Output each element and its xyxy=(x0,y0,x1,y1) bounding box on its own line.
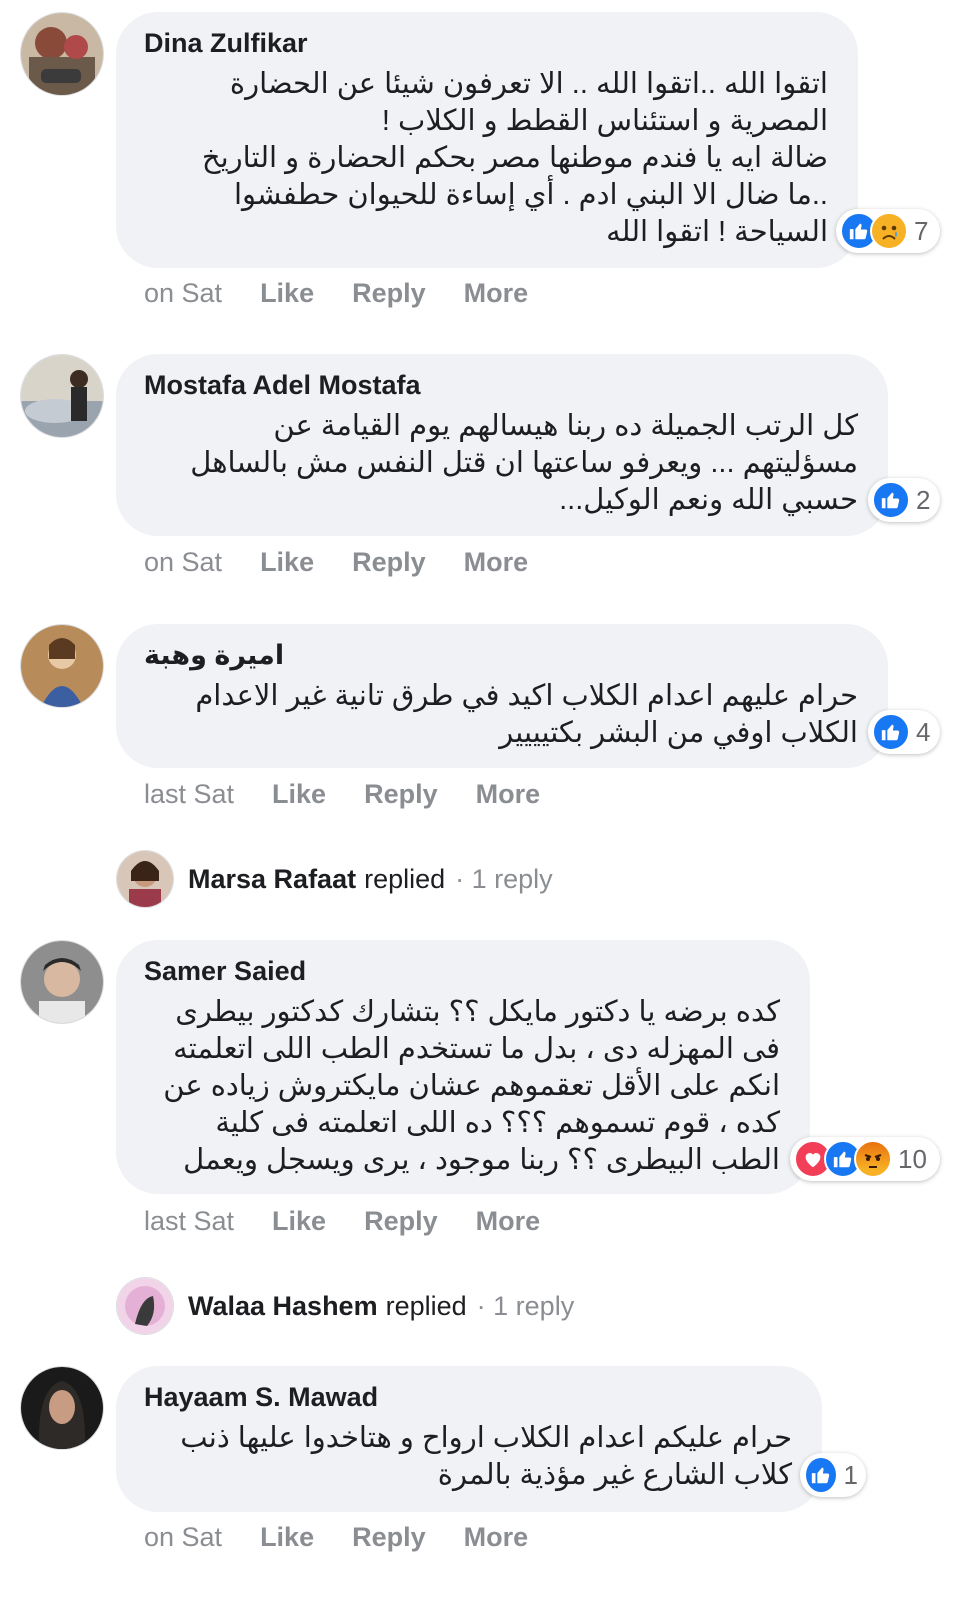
author-name[interactable]: Samer Saied xyxy=(144,954,780,988)
comment-text: حرام عليهم اعدام الكلاب اكيد في طرق تاني… xyxy=(195,680,858,749)
avatar-photo xyxy=(117,851,173,907)
timestamp[interactable]: on Sat xyxy=(144,547,222,578)
avatar[interactable] xyxy=(20,624,104,708)
reaction-summary[interactable]: 10 xyxy=(790,1137,940,1181)
comment-text: اتقوا الله ..اتقوا الله .. الا تعرفون شي… xyxy=(201,68,828,248)
reply-button[interactable]: Reply xyxy=(364,779,438,810)
reply-count[interactable]: · 1 reply xyxy=(477,1291,575,1322)
angry-reaction-icon xyxy=(854,1140,892,1178)
reply-button[interactable]: Reply xyxy=(352,1522,426,1553)
reply-count[interactable]: · 1 reply xyxy=(455,864,553,895)
reply-author-name[interactable]: Walaa Hashem xyxy=(188,1291,378,1322)
comment-text: كل الرتب الجميلة ده ربنا هيسالهم يوم الق… xyxy=(190,410,858,516)
more-button[interactable]: More xyxy=(464,547,529,578)
like-button[interactable]: Like xyxy=(260,1522,314,1553)
avatar-photo xyxy=(21,13,103,95)
like-button[interactable]: Like xyxy=(272,779,326,810)
avatar-photo xyxy=(21,941,103,1023)
avatar-photo xyxy=(21,1367,103,1449)
comment-actions: on Sat Like Reply More xyxy=(144,1522,566,1553)
reaction-summary[interactable]: 2 xyxy=(868,478,940,522)
avatar-photo xyxy=(117,1278,173,1334)
reply-verb: replied xyxy=(385,1290,467,1321)
like-button[interactable]: Like xyxy=(272,1206,326,1237)
like-button[interactable]: Like xyxy=(260,547,314,578)
reaction-count: 7 xyxy=(914,215,929,246)
avatar xyxy=(116,850,174,908)
view-replies-link[interactable]: Marsa Rafaat replied · 1 reply xyxy=(116,850,553,908)
reaction-summary[interactable]: 7 xyxy=(836,209,940,253)
reaction-summary[interactable]: 4 xyxy=(868,710,940,754)
reply-button[interactable]: Reply xyxy=(364,1206,438,1237)
timestamp[interactable]: last Sat xyxy=(144,779,234,810)
reaction-count: 4 xyxy=(916,716,931,747)
comment-bubble: اميرة وهبة حرام عليهم اعدام الكلاب اكيد … xyxy=(116,624,888,768)
reply-button[interactable]: Reply xyxy=(352,547,426,578)
author-name[interactable]: Hayaam S. Mawad xyxy=(144,1380,792,1414)
more-button[interactable]: More xyxy=(464,1522,529,1553)
comment-actions: last Sat Like Reply More xyxy=(144,779,578,810)
author-name[interactable]: Dina Zulfikar xyxy=(144,26,828,60)
timestamp[interactable]: on Sat xyxy=(144,278,222,309)
comment-text: حرام عليكم اعدام الكلاب ارواح و هتاخدوا … xyxy=(180,1422,792,1491)
comment-bubble: Hayaam S. Mawad حرام عليكم اعدام الكلاب … xyxy=(116,1366,822,1512)
comment-actions: last Sat Like Reply More xyxy=(144,1206,578,1237)
reply-author-name[interactable]: Marsa Rafaat xyxy=(188,864,356,895)
comment-bubble: Samer Saied كده برضه يا دكتور مايكل ؟؟ ب… xyxy=(116,940,810,1194)
like-reaction-icon xyxy=(872,713,910,751)
view-replies-link[interactable]: Walaa Hashem replied · 1 reply xyxy=(116,1277,574,1335)
more-button[interactable]: More xyxy=(476,1206,541,1237)
like-button[interactable]: Like xyxy=(260,278,314,309)
comment-bubble: Dina Zulfikar اتقوا الله ..اتقوا الله ..… xyxy=(116,12,858,268)
avatar[interactable] xyxy=(20,940,104,1024)
avatar-photo xyxy=(21,625,103,707)
sad-reaction-icon xyxy=(870,212,908,250)
author-name[interactable]: اميرة وهبة xyxy=(144,638,858,672)
more-button[interactable]: More xyxy=(464,278,529,309)
reaction-count: 2 xyxy=(916,484,931,515)
comment-actions: on Sat Like Reply More xyxy=(144,547,566,578)
author-name[interactable]: Mostafa Adel Mostafa xyxy=(144,368,858,402)
avatar xyxy=(116,1277,174,1335)
avatar[interactable] xyxy=(20,1366,104,1450)
comment-actions: on Sat Like Reply More xyxy=(144,278,566,309)
avatar-photo xyxy=(21,355,103,437)
avatar[interactable] xyxy=(20,354,104,438)
more-button[interactable]: More xyxy=(476,779,541,810)
like-reaction-icon xyxy=(804,1456,838,1494)
reaction-summary[interactable]: 1 xyxy=(800,1453,866,1497)
comment-text: كده برضه يا دكتور مايكل ؟؟ بتشارك كدكتور… xyxy=(163,996,780,1176)
timestamp[interactable]: on Sat xyxy=(144,1522,222,1553)
reply-verb: replied xyxy=(364,863,446,894)
reply-button[interactable]: Reply xyxy=(352,278,426,309)
reaction-count: 10 xyxy=(898,1143,927,1174)
reaction-count: 1 xyxy=(843,1459,858,1490)
comment-bubble: Mostafa Adel Mostafa كل الرتب الجميلة ده… xyxy=(116,354,888,536)
like-reaction-icon xyxy=(872,481,910,519)
timestamp[interactable]: last Sat xyxy=(144,1206,234,1237)
avatar[interactable] xyxy=(20,12,104,96)
